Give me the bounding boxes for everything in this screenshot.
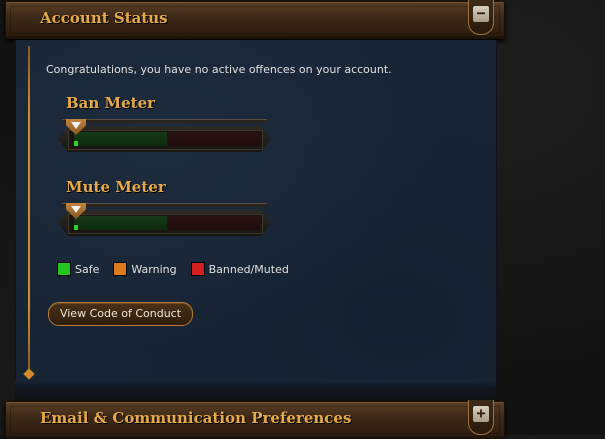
email-prefs-header: Email & Communication Preferences + (5, 400, 505, 439)
meter-topline (62, 119, 267, 123)
legend-item-warning: Warning (113, 262, 177, 276)
collapse-account-status-button[interactable]: − (468, 0, 494, 35)
legend-label: Safe (75, 262, 100, 276)
meter-legend: Safe Warning Banned/Muted (57, 262, 289, 276)
panel-torn-edge (15, 380, 495, 402)
meter-danger-zone (168, 132, 260, 146)
ban-meter (58, 119, 271, 153)
warning-swatch-icon (113, 262, 128, 276)
minus-icon: − (473, 6, 489, 22)
email-prefs-title: Email & Communication Preferences (40, 409, 352, 427)
view-code-of-conduct-button[interactable]: View Code of Conduct (48, 302, 193, 326)
expand-email-prefs-button[interactable]: + (468, 400, 494, 435)
mute-meter-title: Mute Meter (66, 178, 166, 196)
meter-topline (62, 203, 267, 207)
meter-safe-zone (74, 132, 167, 146)
panel-decorative-line (28, 46, 30, 372)
plus-icon: + (473, 406, 489, 422)
banned-swatch-icon (190, 262, 205, 276)
legend-label: Warning (131, 262, 177, 276)
safe-swatch-icon (57, 262, 71, 276)
account-status-title: Account Status (40, 9, 168, 27)
ban-meter-title: Ban Meter (66, 94, 156, 112)
legend-item-banned: Banned/Muted (190, 262, 289, 276)
meter-danger-zone (168, 216, 260, 230)
account-status-header: Account Status − (5, 0, 505, 39)
meter-safe-zone (74, 216, 167, 230)
legend-item-safe: Safe (57, 262, 99, 276)
legend-label: Banned/Muted (208, 262, 289, 276)
mute-meter (58, 203, 271, 237)
status-message: Congratulations, you have no active offe… (46, 63, 392, 76)
